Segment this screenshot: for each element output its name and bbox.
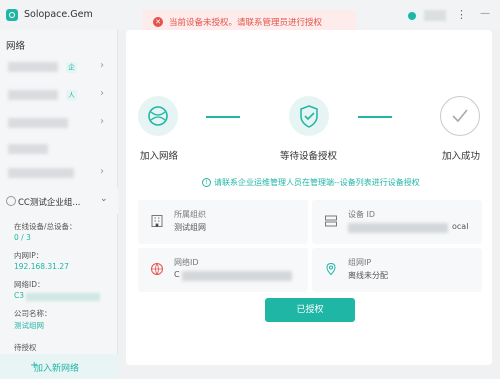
enterprise-badge: 企	[66, 62, 77, 73]
network-name	[8, 118, 68, 128]
add-network-button[interactable]: + 加入新网络	[0, 354, 118, 379]
add-network-label: 加入新网络	[34, 364, 80, 374]
globe-icon	[148, 106, 168, 126]
network-id-value: C3	[14, 291, 25, 300]
location-pin-icon	[326, 262, 336, 276]
card-label: 设备 ID	[348, 210, 376, 219]
check-icon	[452, 109, 468, 123]
network-name	[8, 168, 74, 178]
sidebar-network-item[interactable]: 企 ›	[0, 54, 118, 80]
app-logo-icon	[6, 9, 18, 21]
intranet-ip-label: 内网IP：	[14, 251, 44, 260]
more-vertical-icon[interactable]: ⋮	[456, 8, 467, 21]
globe-icon	[6, 196, 16, 206]
card-label: 网络ID	[174, 258, 199, 267]
card-network-ip: 组网IP 离线未分配	[312, 248, 482, 292]
card-value: 测试组网	[174, 223, 206, 232]
user-name[interactable]	[424, 10, 446, 21]
sidebar-network-item[interactable]	[0, 136, 118, 162]
step-connector	[206, 116, 240, 118]
title-bar: Solopace.Gem ✕ 当前设备未授权。请联系管理员进行授权 ⋮ —	[0, 0, 500, 34]
step-label: 加入网络	[140, 151, 179, 162]
network-name	[8, 62, 58, 72]
step-label: 等待设备授权	[280, 151, 338, 162]
card-network-id: 网络ID C	[138, 248, 308, 292]
sidebar-network-item[interactable]: ›	[0, 110, 118, 136]
device-id-redacted	[348, 223, 448, 233]
step-wait-authorization	[289, 96, 329, 136]
chevron-right-icon: ›	[100, 88, 104, 99]
sidebar-network-item[interactable]: 人 ›	[0, 82, 118, 108]
building-icon	[151, 215, 163, 227]
company-label: 公司名称：	[14, 309, 52, 318]
step-connector	[358, 116, 392, 118]
card-value: 离线未分配	[348, 271, 388, 280]
hint-text: 请联系企业运维管理人员在管理端--设备列表进行设备授权	[214, 178, 420, 187]
chevron-right-icon: ›	[100, 116, 104, 127]
shield-check-icon	[300, 105, 318, 128]
card-value: ocal	[452, 222, 469, 231]
network-name	[8, 144, 48, 154]
error-icon: ✕	[153, 17, 163, 27]
network-id-label: 网络ID：	[14, 280, 45, 289]
globe-icon	[151, 263, 163, 276]
online-devices-label: 在线设备/总设备：	[14, 222, 77, 231]
sidebar-item-current-network[interactable]: CC测试企业组... ⌄	[0, 188, 118, 214]
card-label: 所属组织	[174, 210, 206, 219]
online-devices-value: 0 / 3	[14, 233, 31, 242]
card-label: 组网IP	[348, 258, 372, 267]
step-join-success	[440, 96, 480, 136]
app-title: Solopace.Gem	[24, 9, 93, 20]
personal-badge: 人	[66, 90, 77, 101]
step-label: 加入成功	[442, 151, 481, 162]
card-organization: 所属组织 测试组网	[138, 200, 308, 244]
authorization-hint: ! 请联系企业运维管理人员在管理端--设备列表进行设备授权	[202, 177, 420, 188]
alert-message: 当前设备未授权。请联系管理员进行授权	[169, 18, 323, 28]
chevron-right-icon: ›	[100, 60, 104, 71]
main-panel: 加入网络 等待设备授权 加入成功 ! 请联系企业运维管理人员在管理端--设备列表进…	[126, 30, 492, 365]
card-value: C	[174, 270, 180, 279]
card-device-id: 设备 ID ocal	[312, 200, 482, 244]
chevron-right-icon: ›	[100, 166, 104, 177]
sidebar-network-item[interactable]: ›	[0, 160, 118, 186]
minimize-icon[interactable]: —	[480, 8, 490, 19]
intranet-ip-value: 192.168.31.27	[14, 262, 69, 271]
company-value: 测试组网	[14, 321, 44, 330]
network-name	[8, 90, 58, 100]
status-label: 待授权	[14, 343, 37, 352]
network-id-redacted	[182, 271, 292, 281]
network-id-redacted	[26, 293, 100, 301]
sidebar: 网络 企 › 人 › › › CC测试企业组... ⌄ 在线设备/总设备： 0 …	[0, 30, 118, 379]
authorized-button[interactable]: 已授权	[265, 298, 355, 322]
server-icon	[325, 215, 337, 227]
step-join-network	[138, 96, 178, 136]
avatar[interactable]	[405, 9, 419, 23]
current-network-name: CC测试企业组...	[18, 198, 81, 208]
sidebar-title: 网络	[6, 41, 26, 52]
chevron-down-icon: ⌄	[100, 194, 108, 204]
info-icon: !	[202, 178, 211, 187]
